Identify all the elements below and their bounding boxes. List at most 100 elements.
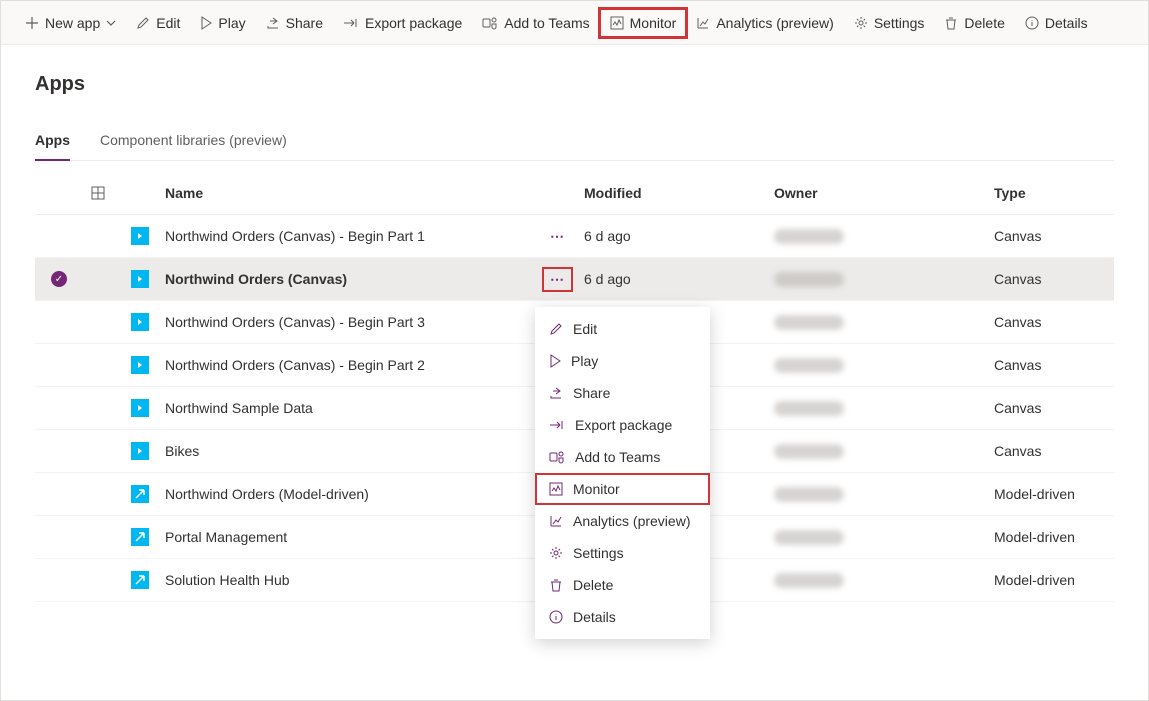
app-type-icon [131, 528, 149, 546]
type-cell: Canvas [994, 271, 1114, 287]
col-name[interactable]: Name [165, 185, 544, 201]
ctx-monitor[interactable]: Monitor [535, 473, 710, 505]
owner-cell [774, 315, 994, 330]
owner-cell [774, 573, 994, 588]
ctx-play-label: Play [571, 353, 598, 369]
app-type-icon [131, 571, 149, 589]
app-name[interactable]: Northwind Orders (Canvas) - Begin Part 2 [165, 357, 544, 373]
app-name[interactable]: Northwind Orders (Model-driven) [165, 486, 544, 502]
owner-cell [774, 272, 994, 287]
more-actions-button[interactable]: ⋯ [544, 226, 571, 247]
type-cell: Model-driven [994, 486, 1114, 502]
ctx-delete[interactable]: Delete [535, 569, 710, 601]
app-type-icon [131, 356, 149, 374]
tab-component-libraries[interactable]: Component libraries (preview) [100, 122, 287, 160]
delete-label: Delete [964, 15, 1004, 31]
share-icon [266, 16, 280, 30]
settings-button[interactable]: Settings [844, 9, 935, 37]
col-owner[interactable]: Owner [774, 185, 994, 201]
play-icon [200, 16, 212, 30]
chevron-down-icon [106, 20, 116, 26]
analytics-button[interactable]: Analytics (preview) [686, 9, 843, 37]
teams-icon [482, 16, 498, 30]
tabs: Apps Component libraries (preview) [35, 122, 1114, 161]
pencil-icon [549, 322, 563, 336]
tab-apps-label: Apps [35, 132, 70, 148]
share-label: Share [286, 15, 323, 31]
more-actions-button[interactable]: ⋯ [544, 269, 571, 290]
export-icon [343, 16, 359, 30]
modified-cell: 6 d ago [584, 228, 774, 244]
monitor-icon [610, 16, 624, 30]
ctx-teams-label: Add to Teams [575, 449, 660, 465]
ctx-settings[interactable]: Settings [535, 537, 710, 569]
row-context-menu: Edit Play Share Export package Add to Te… [535, 307, 710, 639]
details-button[interactable]: Details [1015, 9, 1098, 37]
type-cell: Canvas [994, 443, 1114, 459]
trash-icon [549, 578, 563, 592]
type-cell: Model-driven [994, 572, 1114, 588]
ctx-teams[interactable]: Add to Teams [535, 441, 710, 473]
pencil-icon [136, 16, 150, 30]
monitor-icon [549, 482, 563, 496]
plus-icon [25, 16, 39, 30]
delete-button[interactable]: Delete [934, 9, 1014, 37]
app-name[interactable]: Solution Health Hub [165, 572, 544, 588]
export-icon [549, 418, 565, 432]
ctx-export[interactable]: Export package [535, 409, 710, 441]
ctx-monitor-label: Monitor [573, 481, 620, 497]
ctx-details-label: Details [573, 609, 616, 625]
teams-icon [549, 450, 565, 464]
monitor-button[interactable]: Monitor [600, 9, 687, 37]
checkmark-icon: ✓ [51, 271, 67, 287]
share-button[interactable]: Share [256, 9, 333, 37]
command-bar: New app Edit Play Share Export package A… [1, 1, 1148, 45]
app-name[interactable]: Northwind Sample Data [165, 400, 544, 416]
analytics-icon [696, 16, 710, 30]
owner-cell [774, 229, 994, 244]
ctx-edit-label: Edit [573, 321, 597, 337]
table-row[interactable]: Northwind Orders (Canvas) - Begin Part 1… [35, 215, 1114, 258]
ctx-analytics-label: Analytics (preview) [573, 513, 690, 529]
type-cell: Canvas [994, 400, 1114, 416]
app-type-icon [131, 313, 149, 331]
ctx-share[interactable]: Share [535, 377, 710, 409]
owner-cell [774, 487, 994, 502]
tab-apps[interactable]: Apps [35, 122, 70, 160]
ctx-share-label: Share [573, 385, 610, 401]
ctx-details[interactable]: Details [535, 601, 710, 633]
app-name[interactable]: Portal Management [165, 529, 544, 545]
type-cell: Model-driven [994, 529, 1114, 545]
owner-cell [774, 444, 994, 459]
app-name[interactable]: Northwind Orders (Canvas) [165, 271, 544, 287]
col-modified[interactable]: Modified [584, 185, 774, 201]
export-package-button[interactable]: Export package [333, 9, 472, 37]
play-button[interactable]: Play [190, 9, 255, 37]
owner-cell [774, 401, 994, 416]
settings-label: Settings [874, 15, 925, 31]
share-icon [549, 386, 563, 400]
app-name[interactable]: Northwind Orders (Canvas) - Begin Part 3 [165, 314, 544, 330]
owner-cell [774, 358, 994, 373]
add-to-teams-button[interactable]: Add to Teams [472, 9, 599, 37]
col-type[interactable]: Type [994, 185, 1114, 201]
new-app-button[interactable]: New app [15, 9, 126, 37]
play-icon [549, 354, 561, 368]
ctx-play[interactable]: Play [535, 345, 710, 377]
ctx-analytics[interactable]: Analytics (preview) [535, 505, 710, 537]
gear-icon [854, 16, 868, 30]
type-cell: Canvas [994, 228, 1114, 244]
table-row[interactable]: ✓ Northwind Orders (Canvas)⋯ 6 d ago Canvas [35, 258, 1114, 301]
select-view-button[interactable] [91, 186, 131, 200]
info-icon [549, 610, 563, 624]
app-name[interactable]: Northwind Orders (Canvas) - Begin Part 1 [165, 228, 544, 244]
trash-icon [944, 16, 958, 30]
edit-button[interactable]: Edit [126, 9, 190, 37]
view-icon [91, 186, 105, 200]
analytics-icon [549, 514, 563, 528]
info-icon [1025, 16, 1039, 30]
teams-label: Add to Teams [504, 15, 589, 31]
ctx-edit[interactable]: Edit [535, 313, 710, 345]
modified-cell: 6 d ago [584, 271, 774, 287]
app-name[interactable]: Bikes [165, 443, 544, 459]
